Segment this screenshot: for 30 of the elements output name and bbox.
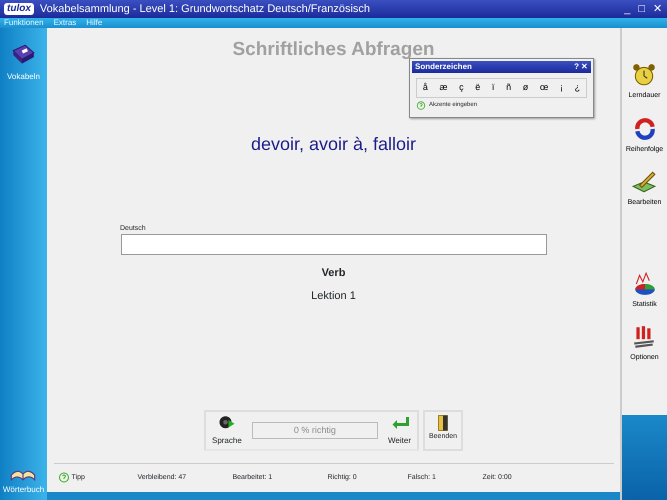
char-button[interactable]: œ: [538, 81, 550, 94]
char-button[interactable]: ñ: [504, 81, 514, 94]
char-button[interactable]: ¡: [558, 81, 566, 94]
char-button[interactable]: ç: [457, 81, 466, 94]
answer-field[interactable]: [120, 234, 546, 255]
char-button[interactable]: å: [420, 81, 430, 94]
lesson-label: Lektion 1: [311, 288, 356, 304]
char-button[interactable]: ø: [520, 81, 530, 94]
help-button[interactable]: ?: [574, 61, 579, 73]
question-text: devoir, avoir à, falloir: [250, 132, 416, 156]
window-title: Vokabelsammlung - Level 1: Grundwortschatz Deutsch/Französisch: [40, 2, 372, 17]
close-button[interactable]: ✕: [581, 61, 588, 73]
pen-paper-icon: [631, 169, 658, 195]
char-button[interactable]: ï: [490, 81, 496, 94]
alarm-clock-icon: [631, 62, 658, 88]
progress-text: 0 % richtig: [294, 424, 336, 437]
next-button[interactable]: Weiter: [388, 435, 411, 447]
help-bubble-icon: [416, 100, 426, 110]
page-heading: Schriftliches Abfragen: [232, 38, 434, 62]
maximize-button[interactable]: □: [637, 3, 646, 15]
speech-button[interactable]: Sprache: [212, 435, 242, 447]
close-button[interactable]: ✕: [652, 3, 663, 15]
char-button[interactable]: ë: [473, 81, 482, 94]
minimize-button[interactable]: _: [623, 3, 632, 15]
dialog-title: Sonderzeichen: [415, 61, 472, 73]
char-button[interactable]: ¿: [572, 81, 582, 94]
char-button[interactable]: æ: [437, 81, 450, 94]
app-logo: tulox: [4, 3, 34, 15]
help-bubble-icon: [58, 472, 70, 484]
word-type: Verb: [322, 266, 346, 281]
